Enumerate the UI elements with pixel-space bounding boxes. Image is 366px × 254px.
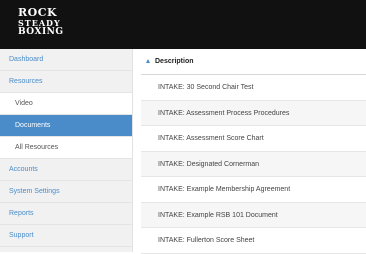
sidebar-item-accounts[interactable]: Accounts (0, 159, 132, 181)
sort-ascending-icon[interactable] (146, 59, 150, 63)
table-row[interactable]: INTAKE: 30 Second Chair Test (141, 75, 366, 101)
sidebar-item-reports[interactable]: Reports (0, 203, 132, 225)
table-row[interactable]: INTAKE: Fullerton Score Sheet (141, 228, 366, 254)
sidebar-subitem-documents[interactable]: Documents (0, 115, 132, 137)
rock-steady-boxing-logo[interactable]: ROCK STEADY BOXING (18, 6, 64, 37)
sidebar-item-resources[interactable]: Resources (0, 71, 132, 93)
column-header-label: Description (155, 58, 194, 65)
logo-line-3: BOXING (18, 27, 64, 37)
sidebar-subitem-all-resources[interactable]: All Resources (0, 137, 132, 159)
table-row[interactable]: INTAKE: Example Membership Agreement (141, 177, 366, 203)
documents-table: Description INTAKE: 30 Second Chair Test… (141, 49, 366, 254)
table-row[interactable]: INTAKE: Example RSB 101 Document (141, 202, 366, 228)
table-row[interactable]: INTAKE: Assessment Score Chart (141, 126, 366, 152)
sidebar-item-dashboard[interactable]: Dashboard (0, 49, 132, 71)
column-header-description[interactable]: Description (141, 49, 366, 75)
table-body: INTAKE: 30 Second Chair Test INTAKE: Ass… (141, 75, 366, 254)
sidebar-subitem-video[interactable]: Video (0, 93, 132, 115)
logo-line-2: STEADY (18, 18, 61, 28)
table-row[interactable]: INTAKE: Assessment Process Procedures (141, 100, 366, 126)
sidebar-item-support[interactable]: Support (0, 225, 132, 247)
top-bar: ROCK STEADY BOXING (0, 0, 366, 49)
table-row[interactable]: INTAKE: Designated Cornerman (141, 151, 366, 177)
sidebar: Dashboard Resources Video Documents All … (0, 49, 133, 252)
sidebar-item-system-settings[interactable]: System Settings (0, 181, 132, 203)
logo-line-1: ROCK (18, 6, 58, 19)
